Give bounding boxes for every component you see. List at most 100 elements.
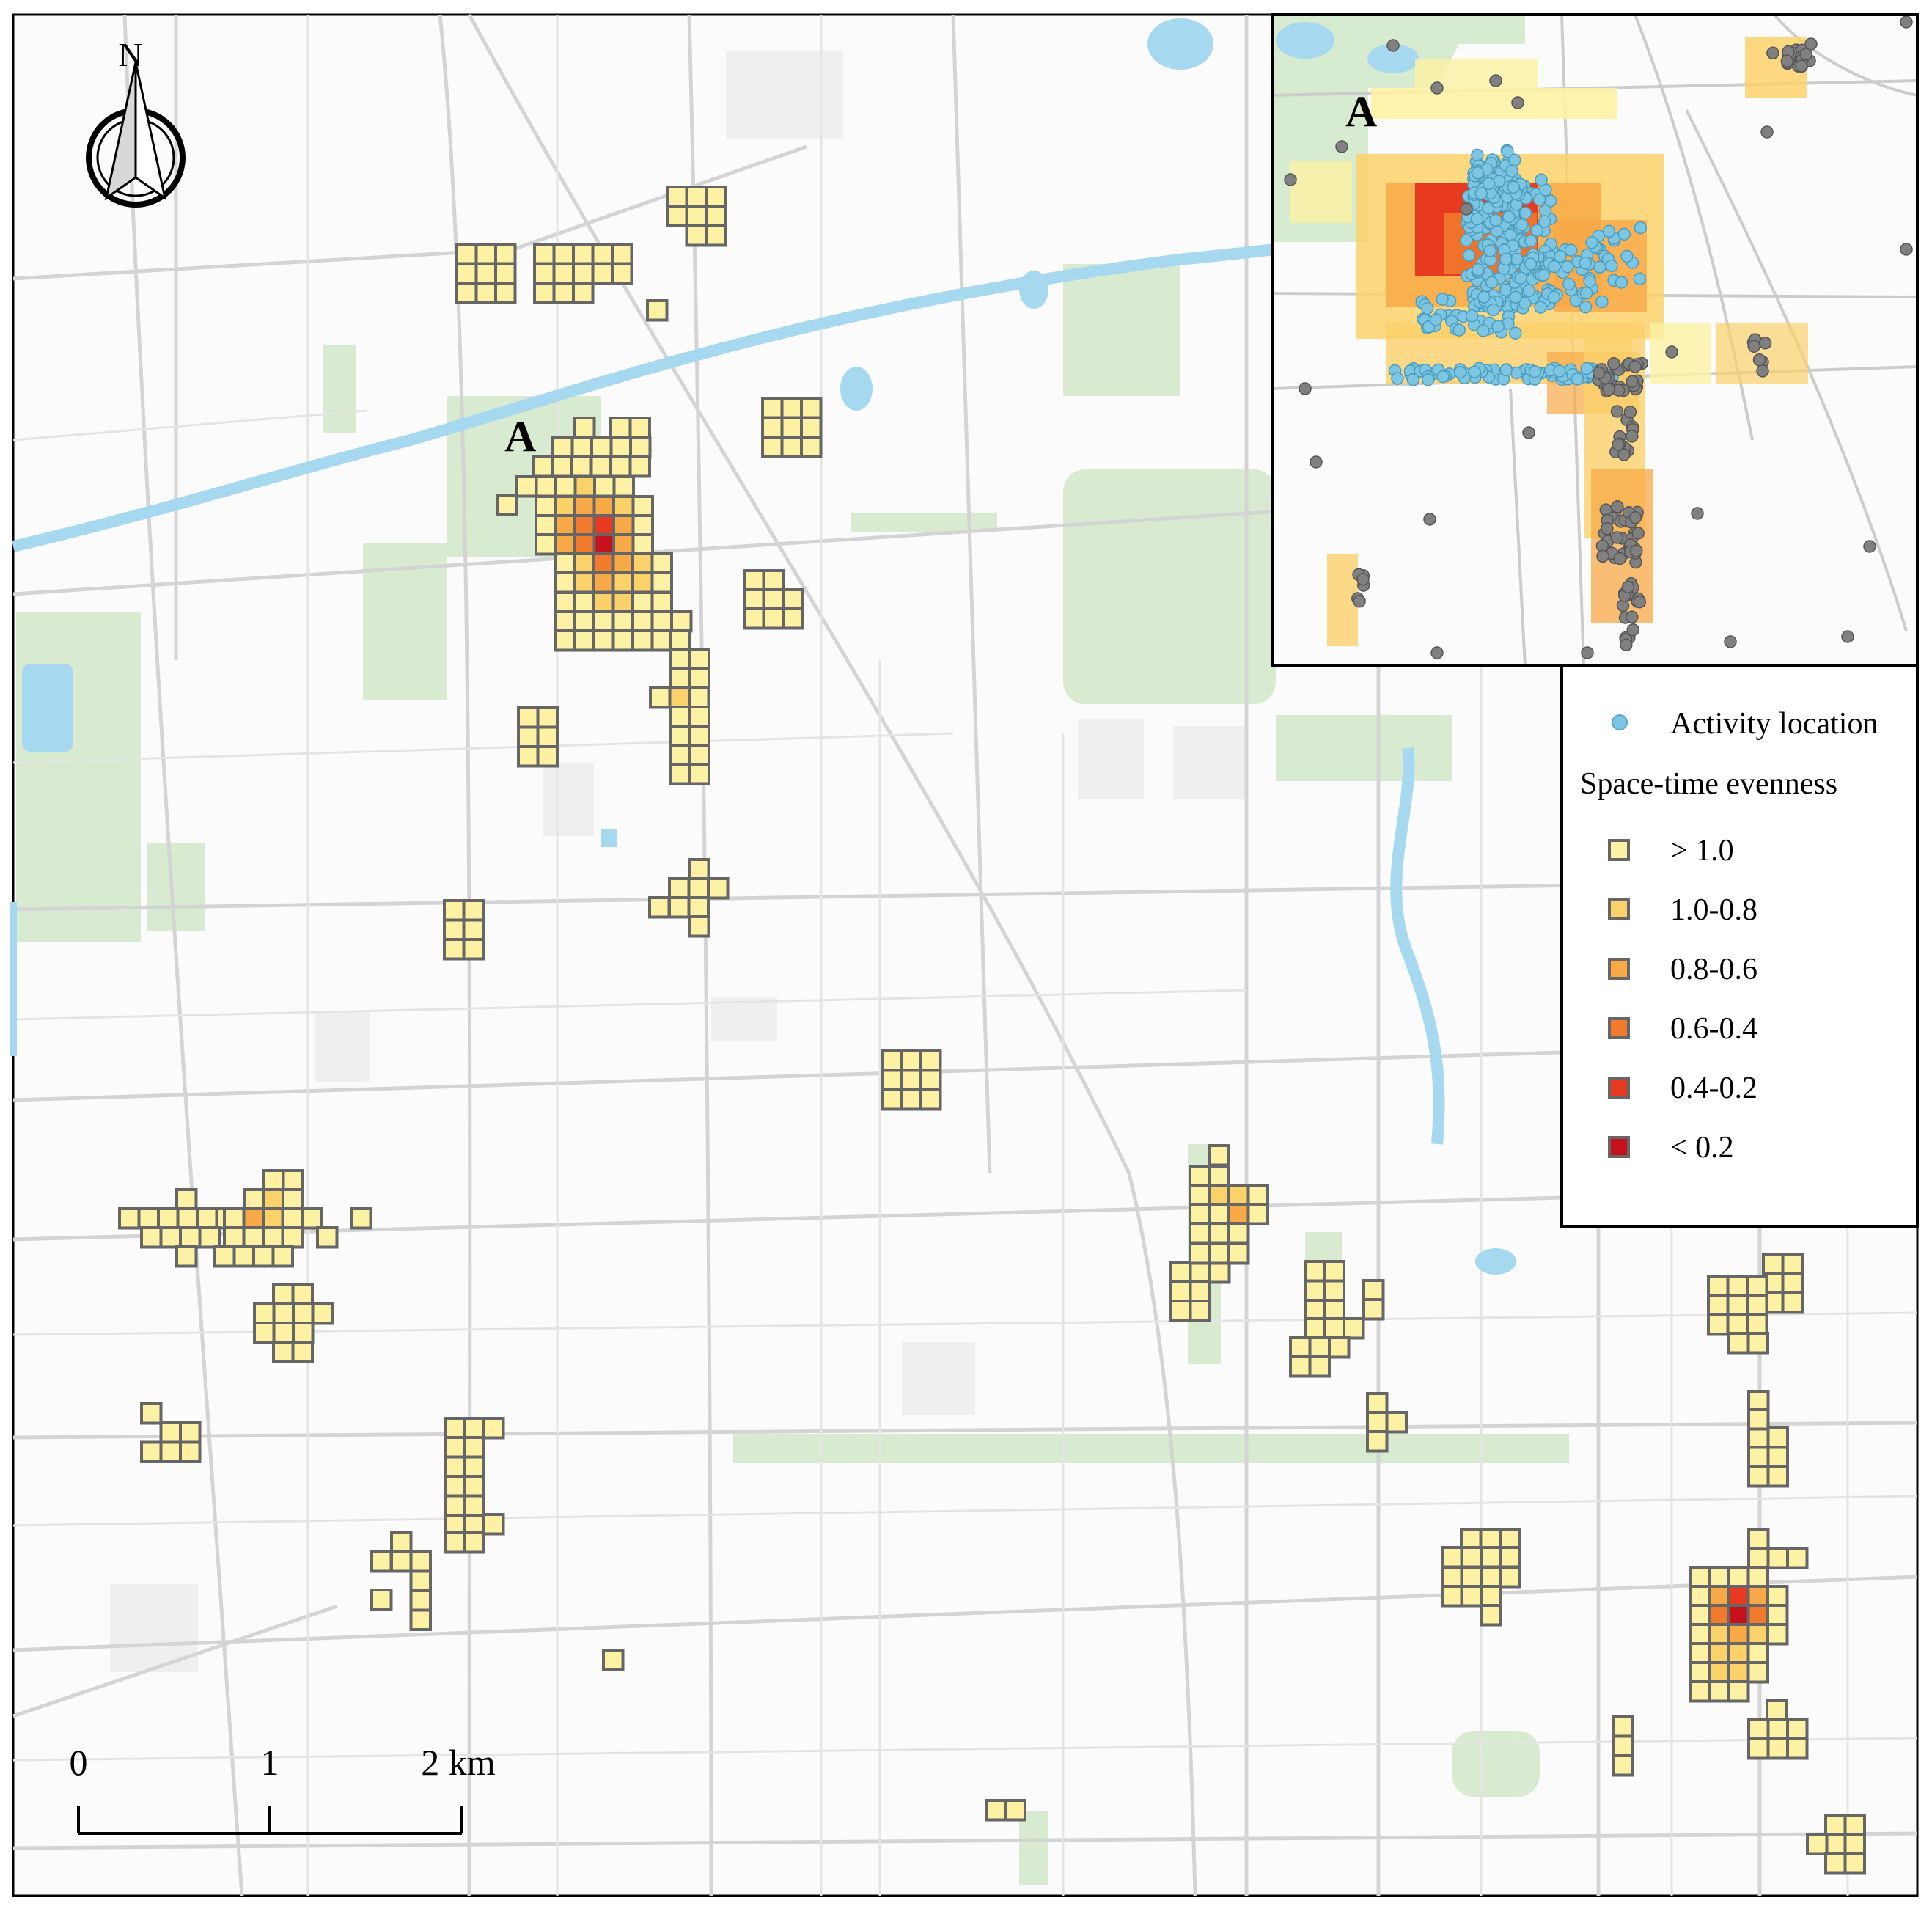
inset-grid-cell: [1615, 323, 1645, 353]
grid-cell: [444, 1455, 466, 1478]
grid-cell: [780, 397, 803, 419]
other-point: [1511, 96, 1524, 109]
other-point: [1758, 337, 1772, 350]
grid-cell: [242, 1226, 265, 1249]
grid-cell: [198, 1226, 221, 1249]
activity-point: [1472, 263, 1485, 276]
grid-cell: [1480, 1546, 1502, 1569]
main-area-label: A: [504, 412, 536, 461]
inset-grid-cell: [1603, 154, 1634, 185]
inset-grid-cell: [1321, 192, 1352, 223]
other-point: [1863, 540, 1876, 553]
grid-cell: [666, 186, 688, 208]
activity-point: [1538, 215, 1551, 228]
grid-cell: [1004, 1799, 1026, 1822]
grid-cell: [1766, 1699, 1788, 1722]
grid-cell: [1746, 1642, 1769, 1665]
grid-cell: [1227, 1203, 1250, 1225]
grid-cell: [687, 896, 710, 919]
inset-grid-cell: [1571, 183, 1601, 214]
grid-cell: [140, 1402, 163, 1425]
grid-cell: [1766, 1604, 1789, 1627]
legend-swatch-2: [1608, 958, 1630, 980]
grid-cell: [592, 514, 615, 537]
other-point: [1353, 595, 1366, 608]
other-point: [1335, 140, 1348, 153]
other-point: [1356, 573, 1370, 586]
grid-cell: [494, 243, 517, 265]
grid-cell: [1323, 1260, 1345, 1283]
grid-cell: [1612, 1734, 1634, 1757]
grid-cell: [443, 899, 466, 922]
other-point: [1592, 366, 1606, 380]
grid-cell: [1308, 1355, 1331, 1378]
grid-cell: [1781, 1253, 1804, 1275]
grid-cell: [1499, 1528, 1521, 1550]
inset-grid-cell: [1402, 88, 1433, 119]
grid-cell: [291, 1341, 314, 1363]
grid-cell: [462, 899, 485, 922]
grid-cell: [705, 224, 727, 247]
other-point: [1623, 406, 1637, 419]
grid-cell: [612, 475, 635, 498]
other-point: [1299, 382, 1312, 395]
grid-cell: [572, 282, 595, 304]
grid-cell: [800, 416, 823, 439]
grid-cell: [533, 282, 556, 304]
grid-cell: [1480, 1566, 1502, 1589]
other-point: [1617, 448, 1631, 461]
grid-cell: [159, 1440, 182, 1463]
grid-cell: [761, 397, 784, 419]
other-point: [1581, 646, 1594, 659]
activity-point: [1406, 373, 1420, 386]
grid-cell: [1208, 1203, 1230, 1225]
activity-point: [1562, 277, 1576, 291]
grid-cell: [611, 610, 634, 633]
inset-grid-cell: [1716, 353, 1746, 384]
grid-cell: [1726, 1313, 1749, 1336]
grid-cell: [554, 533, 576, 556]
grid-cell: [591, 262, 614, 285]
inset-grid-cell: [1321, 161, 1352, 192]
grid-cell: [592, 629, 615, 652]
activity-point: [1505, 164, 1518, 177]
inset-grid-cell: [1584, 415, 1615, 446]
grid-cell: [1843, 1814, 1866, 1836]
grid-cell: [1747, 1718, 1770, 1741]
grid-cell: [1747, 1465, 1770, 1488]
grid-cell: [1786, 1737, 1809, 1760]
grid-cell: [463, 1455, 485, 1478]
inset-grid-cell: [1415, 214, 1446, 245]
grid-cell: [118, 1207, 141, 1230]
grid-cell: [316, 1226, 339, 1249]
grid-cell: [1304, 1299, 1326, 1322]
grid-cell: [800, 397, 823, 419]
grid-cell: [1366, 1411, 1389, 1434]
grid-cell: [573, 533, 596, 556]
grid-cell: [1689, 1585, 1711, 1608]
grid-cell: [611, 591, 634, 614]
grid-cell: [573, 591, 595, 614]
grid-cell: [602, 1649, 625, 1671]
grid-cell: [533, 262, 556, 285]
grid-cell: [1747, 1547, 1770, 1569]
grid-cell: [455, 282, 478, 304]
grid-cell: [1708, 1566, 1730, 1589]
legend-class-label-4: 0.4-0.2: [1670, 1071, 1757, 1105]
activity-point: [1477, 324, 1490, 337]
grid-cell: [1227, 1222, 1250, 1245]
activity-point: [1580, 362, 1593, 375]
grid-cell: [800, 436, 823, 458]
grid-cell: [1747, 1426, 1770, 1449]
grid-cell: [370, 1589, 393, 1611]
grid-cell: [1366, 1392, 1389, 1415]
grid-cell: [649, 686, 672, 709]
activity-point: [1474, 186, 1488, 200]
grid-cell: [1208, 1144, 1230, 1167]
activity-point: [1602, 224, 1616, 238]
grid-cell: [688, 744, 710, 766]
activity-point: [1499, 252, 1513, 266]
legend-class-label-0: > 1.0: [1670, 834, 1734, 868]
inset-grid-cell: [1681, 323, 1711, 353]
grid-cell: [1441, 1566, 1463, 1589]
